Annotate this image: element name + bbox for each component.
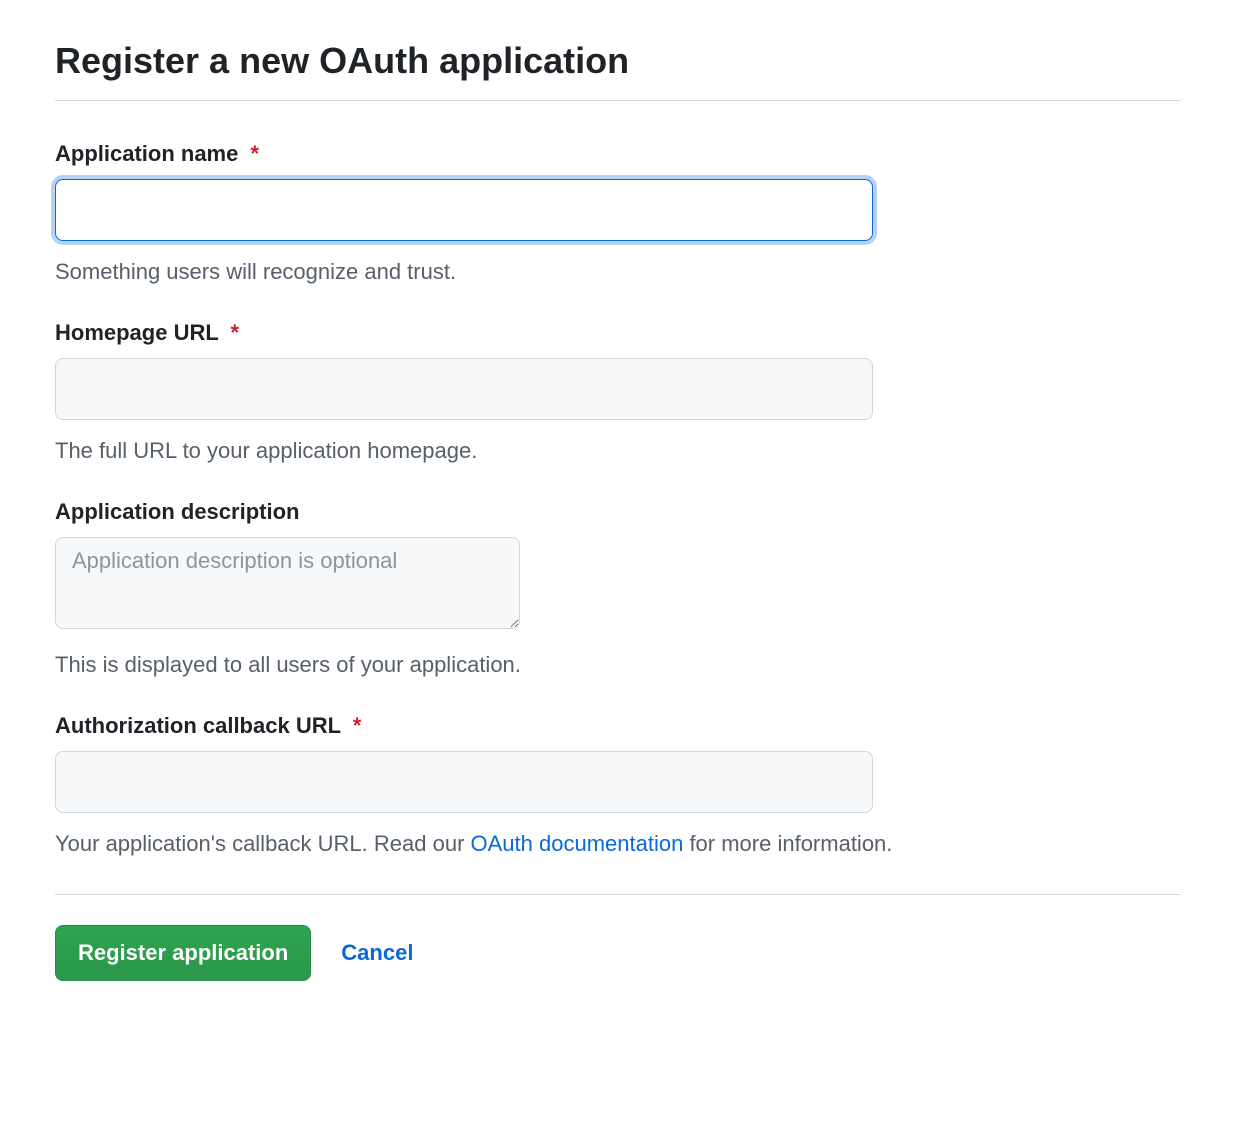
homepage-url-help: The full URL to your application homepag… [55, 434, 1181, 467]
homepage-url-label: Homepage URL * [55, 320, 1181, 346]
app-name-help: Something users will recognize and trust… [55, 255, 1181, 288]
homepage-url-input[interactable] [55, 358, 873, 420]
app-description-help: This is displayed to all users of your a… [55, 648, 1181, 681]
register-application-button[interactable]: Register application [55, 925, 311, 981]
app-name-input[interactable] [55, 179, 873, 241]
callback-help-suffix: for more information. [683, 831, 892, 856]
homepage-url-label-text: Homepage URL [55, 320, 218, 345]
app-description-textarea[interactable] [55, 537, 520, 629]
field-group-app-description: Application description This is displaye… [55, 499, 1181, 681]
app-description-label-text: Application description [55, 499, 299, 524]
required-indicator: * [231, 320, 240, 345]
app-name-label-text: Application name [55, 141, 238, 166]
oauth-docs-link[interactable]: OAuth documentation [471, 831, 684, 856]
page-title: Register a new OAuth application [55, 40, 1181, 82]
app-description-label: Application description [55, 499, 1181, 525]
callback-url-label: Authorization callback URL * [55, 713, 1181, 739]
field-group-app-name: Application name * Something users will … [55, 141, 1181, 288]
required-indicator: * [353, 713, 362, 738]
field-group-callback-url: Authorization callback URL * Your applic… [55, 713, 1181, 860]
callback-url-help: Your application's callback URL. Read ou… [55, 827, 1181, 860]
callback-help-prefix: Your application's callback URL. Read ou… [55, 831, 471, 856]
title-divider [55, 100, 1181, 101]
callback-url-input[interactable] [55, 751, 873, 813]
app-name-label: Application name * [55, 141, 1181, 167]
required-indicator: * [250, 141, 259, 166]
cancel-link[interactable]: Cancel [341, 940, 413, 966]
actions-divider [55, 894, 1181, 895]
callback-url-label-text: Authorization callback URL [55, 713, 341, 738]
form-actions: Register application Cancel [55, 925, 1181, 981]
field-group-homepage-url: Homepage URL * The full URL to your appl… [55, 320, 1181, 467]
